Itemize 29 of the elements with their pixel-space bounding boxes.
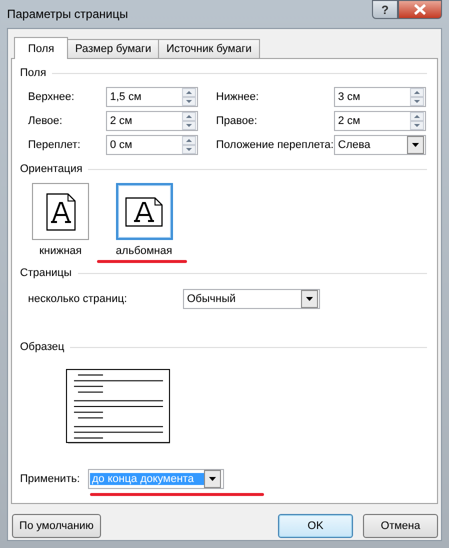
section-title: Образец (20, 341, 64, 353)
dialog-button[interactable]: По умолчанию (12, 514, 101, 538)
spin-field[interactable]: 2 см (334, 111, 426, 131)
spin-field[interactable]: 3 см (334, 87, 426, 107)
section-title: Поля (20, 67, 46, 79)
orientation-label: книжная (39, 245, 82, 257)
field-label: Применить: (20, 473, 81, 485)
spin-field[interactable]: 1,5 см (106, 87, 198, 107)
field-label: Нижнее: (215, 91, 260, 103)
tab[interactable]: Поля (14, 37, 68, 59)
spin-field[interactable]: 2 см (106, 111, 198, 131)
section-title: Ориентация (20, 163, 82, 175)
field-label: Левое: (28, 115, 64, 127)
dropdown[interactable]: Слева (334, 135, 426, 155)
field-label: Верхнее: (28, 91, 76, 103)
tab[interactable]: Размер бумаги (67, 39, 160, 58)
field-label: несколько страниц: (28, 293, 128, 305)
field-label: Правое: (215, 115, 258, 127)
dialog-button[interactable]: Отмена (363, 514, 438, 538)
field-label: Переплет: (28, 139, 82, 151)
window-title: Параметры страницы (7, 7, 128, 21)
dialog-button[interactable]: OK (278, 514, 353, 538)
help-button[interactable]: ? (372, 0, 398, 19)
dropdown[interactable]: Обычный (183, 289, 320, 309)
section-title: Страницы (20, 267, 72, 279)
spin-field[interactable]: 0 см (106, 135, 198, 155)
orientation-label: альбомная (116, 245, 172, 257)
field-label: Положение переплета: (215, 139, 334, 151)
tab[interactable]: Источник бумаги (158, 39, 260, 58)
